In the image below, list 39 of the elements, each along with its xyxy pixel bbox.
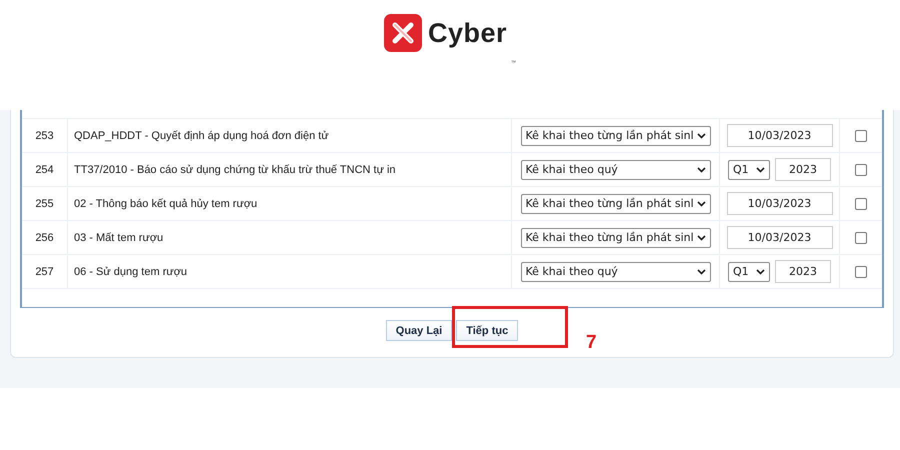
chevron-down-icon [696,234,706,240]
back-button[interactable]: Quay Lại [386,320,452,341]
form-name: 03 - Mất tem rượu [74,232,164,244]
chevron-down-icon [696,200,706,206]
period-dropdown[interactable]: Kê khai theo từng lần phát sinl [520,228,710,248]
year-field[interactable]: 2023 [775,260,831,283]
form-name: TT37/2010 - Báo cáo sử dụng chứng từ khấu trừ thuế TNCN tự in [74,164,396,176]
checkbox[interactable] [855,130,867,142]
period-dropdown[interactable]: Kê khai theo từng lần phát sinl [520,194,710,214]
checkbox[interactable] [855,232,867,244]
form-name: QDAP_HDDT - Quyết định áp dụng hoá đơn điện tử [74,130,329,142]
logo-text: Cyber [428,18,508,48]
row-number: 257 [35,266,54,278]
chevron-down-icon [696,132,706,138]
quarter-dropdown[interactable]: Q1 [728,160,770,180]
row-number: 254 [35,164,54,176]
period-dropdown[interactable]: Kê khai theo quý [520,262,710,282]
row-number: 253 [35,130,54,142]
chevron-down-icon [696,268,706,274]
period-dropdown[interactable]: Kê khai theo quý [520,160,710,180]
logo-icon [384,14,422,52]
chevron-down-icon [696,166,706,172]
row-number: 255 [35,198,54,210]
chevron-down-icon [756,268,765,274]
continue-button[interactable]: Tiếp tục [456,320,518,341]
step-number: 7 [586,332,597,354]
checkbox[interactable] [855,266,867,278]
date-field[interactable]: 10/03/2023 [726,124,832,147]
quarter-dropdown[interactable]: Q1 [728,262,770,282]
date-field[interactable]: 10/03/2023 [726,192,832,215]
row-number: 256 [35,232,54,244]
date-field[interactable]: 10/03/2023 [726,226,832,249]
chevron-down-icon [756,166,765,172]
year-field[interactable]: 2023 [775,158,831,181]
form-name: 06 - Sử dụng tem rượu [74,266,188,278]
checkbox[interactable] [855,198,867,210]
period-dropdown[interactable]: Kê khai theo từng lần phát sinl [520,126,710,146]
form-name: 02 - Thông báo kết quả hủy tem rượu [74,198,258,210]
checkbox[interactable] [855,164,867,176]
